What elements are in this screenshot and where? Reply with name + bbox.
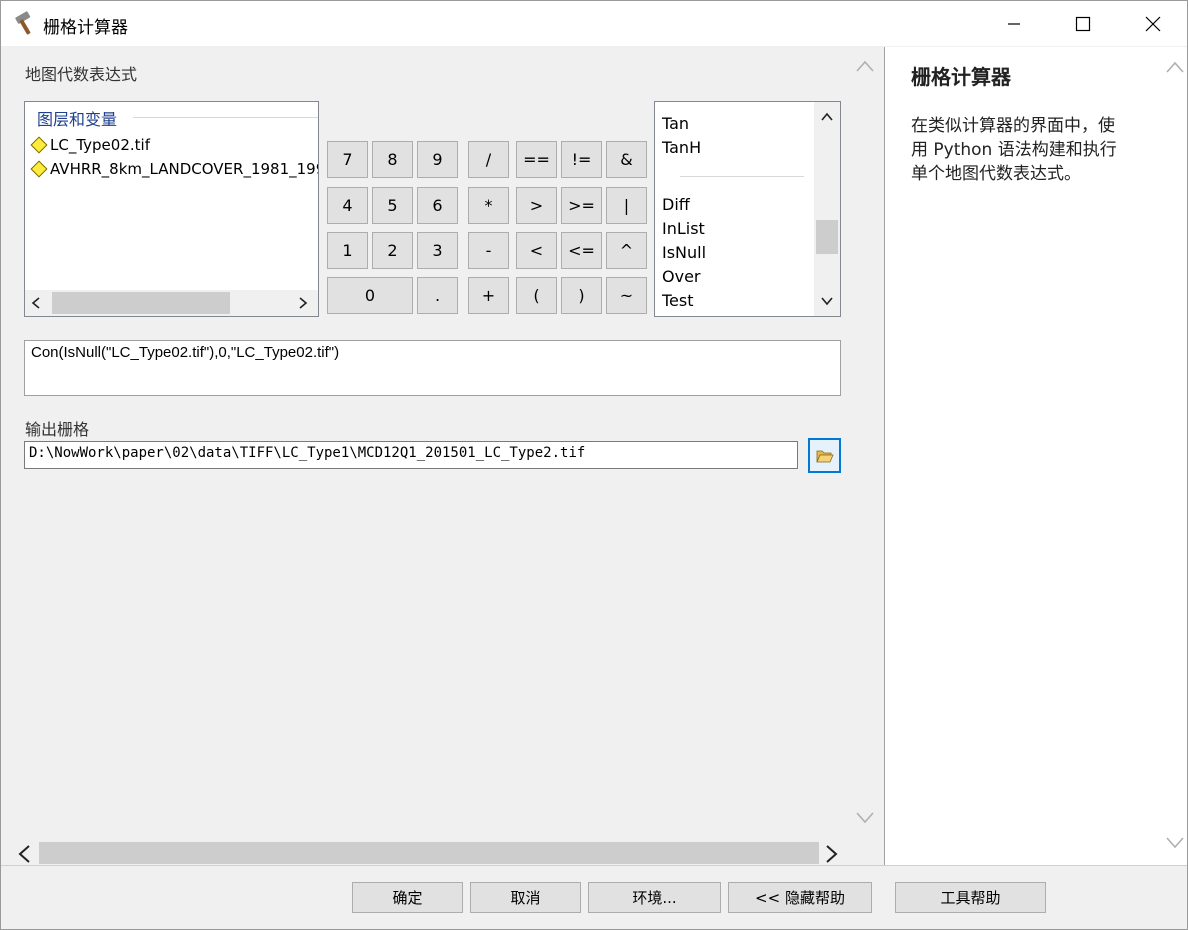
calc-key[interactable]: 4 [327,187,368,224]
function-group-divider [680,176,804,177]
calc-key[interactable]: 6 [417,187,458,224]
ok-button[interactable]: 确定 [352,882,463,913]
calc-key[interactable]: ^ [606,232,647,269]
raster-layer-icon [30,160,48,178]
calc-key[interactable]: 3 [417,232,458,269]
help-vertical-scrollbar[interactable] [1163,47,1187,863]
calc-key[interactable]: 0 [327,277,413,314]
raster-layer-icon [30,136,48,154]
layer-item[interactable]: LC_Type02.tif [30,134,150,156]
help-title: 栅格计算器 [911,65,1011,89]
calc-key[interactable]: != [561,141,602,178]
layer-name: LC_Type02.tif [50,136,150,154]
function-item[interactable]: Tan [662,114,689,133]
chevron-up-icon[interactable] [1166,61,1184,73]
calc-key[interactable]: > [516,187,557,224]
calc-key[interactable]: 2 [372,232,413,269]
function-item[interactable]: Over [662,267,700,286]
calc-key[interactable]: 1 [327,232,368,269]
calc-key[interactable]: <= [561,232,602,269]
scrollbar-thumb[interactable] [52,292,230,314]
output-raster-label: 输出栅格 [25,420,90,439]
calc-key[interactable]: * [468,187,509,224]
raster-calculator-window: 栅格计算器 地图代数表达式 图层和变量 LC_Type02.tif AVHRR_… [0,0,1188,930]
function-item[interactable]: Diff [662,195,690,214]
layers-list[interactable]: 图层和变量 LC_Type02.tif AVHRR_8km_LANDCOVER_… [24,101,319,317]
calc-key[interactable]: ) [561,277,602,314]
chevron-right-icon[interactable] [826,845,838,863]
chevron-right-icon[interactable] [298,297,308,309]
functions-vertical-scrollbar[interactable] [814,102,840,316]
calc-key[interactable]: == [516,141,557,178]
calc-key[interactable]: 9 [417,141,458,178]
chevron-down-icon[interactable] [856,812,874,824]
window-title: 栅格计算器 [43,18,128,38]
layers-group-header: 图层和变量 [37,110,118,129]
chevron-left-icon[interactable] [31,297,41,309]
chevron-up-icon[interactable] [821,112,833,122]
folder-open-icon [815,450,834,462]
dialog-button-bar: 确定 取消 环境... << 隐藏帮助 工具帮助 [1,865,1187,929]
help-description: 在类似计算器的界面中，使 用 Python 语法构建和执行 单个地图代数表达式。 [911,114,1161,186]
minimize-button[interactable] [979,1,1049,46]
calc-key[interactable]: ( [516,277,557,314]
tool-help-button[interactable]: 工具帮助 [895,882,1046,913]
chevron-down-icon[interactable] [1166,837,1184,849]
title-bar[interactable]: 栅格计算器 [1,1,1187,46]
tool-parameters-pane: 地图代数表达式 图层和变量 LC_Type02.tif AVHRR_8km_LA… [5,48,877,865]
pane-vertical-scrollbar[interactable] [853,48,877,838]
function-item[interactable]: Test [662,291,694,310]
chevron-left-icon[interactable] [18,845,30,863]
pane-horizontal-scrollbar[interactable] [15,841,843,865]
layer-name: AVHRR_8km_LANDCOVER_1981_199 [50,160,319,178]
functions-list[interactable]: Tan TanH Diff InList IsNull Over Test [654,101,841,317]
minimize-icon [1008,22,1020,25]
maximize-icon [1075,16,1091,31]
output-raster-path-input[interactable]: D:\NowWork\paper\02\data\TIFF\LC_Type1\M… [24,441,798,469]
clipped-item [662,102,702,105]
hammer-icon [15,11,31,35]
expression-textarea[interactable]: Con(IsNull("LC_Type02.tif"),0,"LC_Type02… [24,340,841,396]
scrollbar-thumb[interactable] [816,220,838,255]
environments-button[interactable]: 环境... [588,882,721,913]
scrollbar-thumb[interactable] [39,842,819,864]
maximize-button[interactable] [1048,1,1118,46]
chevron-up-icon[interactable] [856,60,874,72]
calc-key[interactable]: / [468,141,509,178]
layers-horizontal-scrollbar[interactable] [25,290,318,316]
calc-key[interactable]: 8 [372,141,413,178]
help-line: 单个地图代数表达式。 [911,164,1081,184]
close-icon [1145,16,1161,31]
group-divider [133,117,318,118]
help-pane: 栅格计算器 在类似计算器的界面中，使 用 Python 语法构建和执行 单个地图… [884,47,1187,865]
calc-key[interactable]: ~ [606,277,647,314]
calc-key[interactable]: + [468,277,509,314]
calc-key[interactable]: . [417,277,458,314]
close-button[interactable] [1118,1,1188,46]
layer-item[interactable]: AVHRR_8km_LANDCOVER_1981_199 [30,158,319,180]
calc-key[interactable]: < [516,232,557,269]
calc-key[interactable]: 5 [372,187,413,224]
function-item[interactable]: TanH [662,138,701,157]
expression-label: 地图代数表达式 [25,65,138,84]
help-line: 用 Python 语法构建和执行 [911,140,1117,160]
chevron-down-icon[interactable] [821,296,833,306]
calc-key[interactable]: | [606,187,647,224]
function-item[interactable]: InList [662,219,705,238]
calc-key[interactable]: 7 [327,141,368,178]
calc-key[interactable]: - [468,232,509,269]
hide-help-button[interactable]: << 隐藏帮助 [728,882,872,913]
browse-button[interactable] [808,438,841,473]
calc-key[interactable]: >= [561,187,602,224]
cancel-button[interactable]: 取消 [470,882,581,913]
function-item[interactable]: IsNull [662,243,706,262]
calc-key[interactable]: & [606,141,647,178]
help-line: 在类似计算器的界面中，使 [911,116,1115,136]
